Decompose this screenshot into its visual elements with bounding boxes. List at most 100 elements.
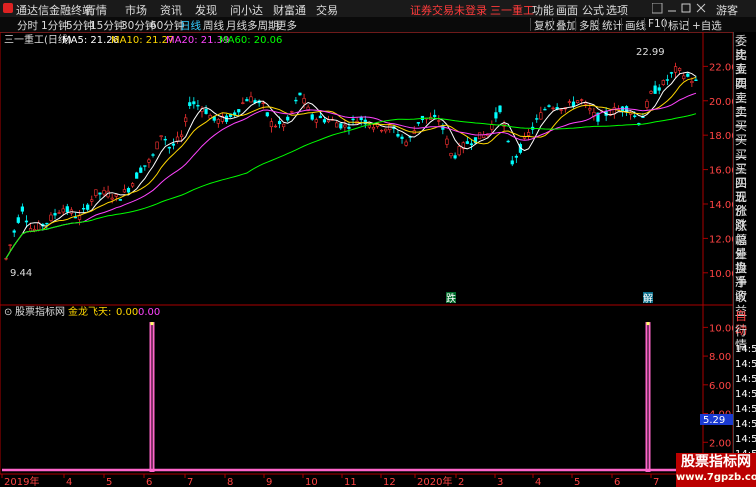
candle-body (673, 66, 678, 73)
signal-bar (645, 322, 651, 472)
y-tick-main: 10.00 (709, 269, 733, 280)
menu-shichang[interactable]: 市场 (125, 2, 147, 18)
candle-body (196, 104, 200, 107)
menu-gongneng[interactable]: 功能 (532, 2, 554, 18)
x-axis-label: 2020年 (417, 475, 452, 487)
y-tick-indicator: 8.00 (709, 352, 731, 363)
candle-body (571, 101, 576, 107)
candle-body (551, 107, 555, 110)
candle-body (20, 206, 24, 212)
candle-body (282, 123, 286, 128)
indicator-grid (702, 305, 708, 474)
y-tick-main: 14.00 (709, 200, 733, 211)
x-axis-label: 4 (535, 477, 541, 487)
candle-body (567, 101, 572, 103)
candle-body (277, 120, 282, 125)
candle-body (445, 138, 449, 145)
quote-panel-item: 14:56 (735, 389, 756, 400)
y-tick-indicator: 2.00 (709, 438, 731, 449)
candle-body (53, 213, 57, 216)
app-name: 通达信金融终端 (16, 4, 93, 17)
candle-body (453, 155, 457, 159)
period-weekly[interactable]: 周线 (203, 18, 224, 33)
quote-panel-item: 14:56 (735, 404, 756, 415)
menu-jiaoyi[interactable]: 交易 (316, 2, 338, 18)
candle-body (139, 167, 143, 173)
menu-xuanxiang[interactable]: 选项 (606, 2, 628, 18)
candle-body (547, 105, 551, 107)
maximize-icon[interactable] (681, 3, 691, 13)
indicator-y-axis: 10.008.006.004.002.00 (709, 323, 733, 449)
candle-body (241, 102, 245, 104)
candle-body (65, 206, 69, 213)
period-fenshi[interactable]: 分时 (17, 18, 38, 33)
x-axis-label: 3 (497, 477, 503, 487)
login-status[interactable]: 证券交易未登录 (410, 2, 487, 18)
menu-gongshi[interactable]: 公式 (582, 2, 604, 18)
candle-body (510, 160, 514, 165)
candle-body (661, 80, 665, 85)
menu-huamian[interactable]: 画面 (556, 2, 578, 18)
ma20-line (5, 92, 697, 259)
watermark: 股票指标网 www.7gpzb.com (676, 453, 756, 487)
candle-body (477, 132, 482, 140)
candle-body (575, 100, 580, 104)
candle-body (302, 98, 306, 104)
menu-caifutong[interactable]: 财富通 (273, 2, 306, 18)
ma5-line (5, 71, 697, 259)
candle-body (522, 136, 527, 139)
candle-body (82, 207, 86, 210)
menu-faxian[interactable]: 发现 (195, 2, 217, 18)
candle-body (669, 72, 674, 74)
tool-add-watchlist[interactable]: +自选 (688, 18, 725, 32)
menu-icon[interactable] (651, 2, 663, 14)
candle-body (526, 132, 531, 136)
candle-body (433, 114, 437, 117)
candle-body (649, 91, 653, 94)
period-1min[interactable]: 1分钟 (41, 18, 69, 33)
quote-panel-item: 14:56 (735, 434, 756, 445)
x-axis-label: 7 (187, 477, 193, 487)
x-axis-label: 5 (106, 477, 112, 487)
candle-body (682, 75, 686, 79)
quote-panel-item: 14:56 (735, 344, 756, 355)
period-15min[interactable]: 15分钟 (90, 18, 124, 33)
candle-body (514, 155, 518, 158)
app-logo-icon (3, 3, 13, 13)
candle-body (126, 188, 131, 193)
candle-body (12, 230, 16, 233)
y-tick-main: 22.00 (709, 62, 733, 73)
candle-body (167, 146, 171, 149)
candle-body (261, 102, 265, 104)
candle-body (237, 109, 241, 113)
period-daily[interactable]: 日线 (180, 18, 201, 33)
period-monthly[interactable]: 月线 (226, 18, 247, 33)
x-axis-label: 9 (266, 477, 272, 487)
indicator-value1: 0.00 (116, 307, 138, 318)
candle-body (539, 112, 543, 120)
candle-body (8, 244, 12, 246)
candle-body (343, 124, 347, 128)
guest-label[interactable]: 游客 (716, 2, 738, 18)
menu-zixun[interactable]: 资讯 (160, 2, 182, 18)
candle-body (130, 183, 135, 187)
candle-body (114, 194, 118, 197)
indicator-collapse-icon[interactable]: ⊙ (4, 307, 12, 318)
x-axis-label: 2019年 (4, 475, 39, 487)
watermark-line1: 股票指标网 (681, 454, 751, 470)
menu-wenxiaoda[interactable]: 问小达 (230, 2, 263, 18)
indicator-bars (2, 322, 700, 472)
period-more[interactable]: 更多 (276, 18, 297, 33)
candle-body (204, 109, 208, 114)
stock-tab[interactable]: 三一重工 (490, 2, 534, 18)
candle-body (380, 129, 384, 132)
menu-hangqing[interactable]: 行情 (85, 2, 107, 18)
candle-body (339, 123, 343, 129)
indicator-chart[interactable]: ⊙ 股票指标网 金龙飞天: 0.00 0.00 10.008.006.004.0… (0, 305, 733, 487)
candle-body (665, 79, 669, 81)
period-multi[interactable]: 多周期 (247, 18, 279, 33)
candle-body (151, 154, 155, 156)
candle-body (147, 159, 151, 163)
indicator-name: 金龙飞天: (68, 305, 111, 318)
candlestick-chart[interactable]: 三一重工(日线) MA5: 21.26 MA10: 21.27 MA20: 21… (0, 32, 733, 305)
